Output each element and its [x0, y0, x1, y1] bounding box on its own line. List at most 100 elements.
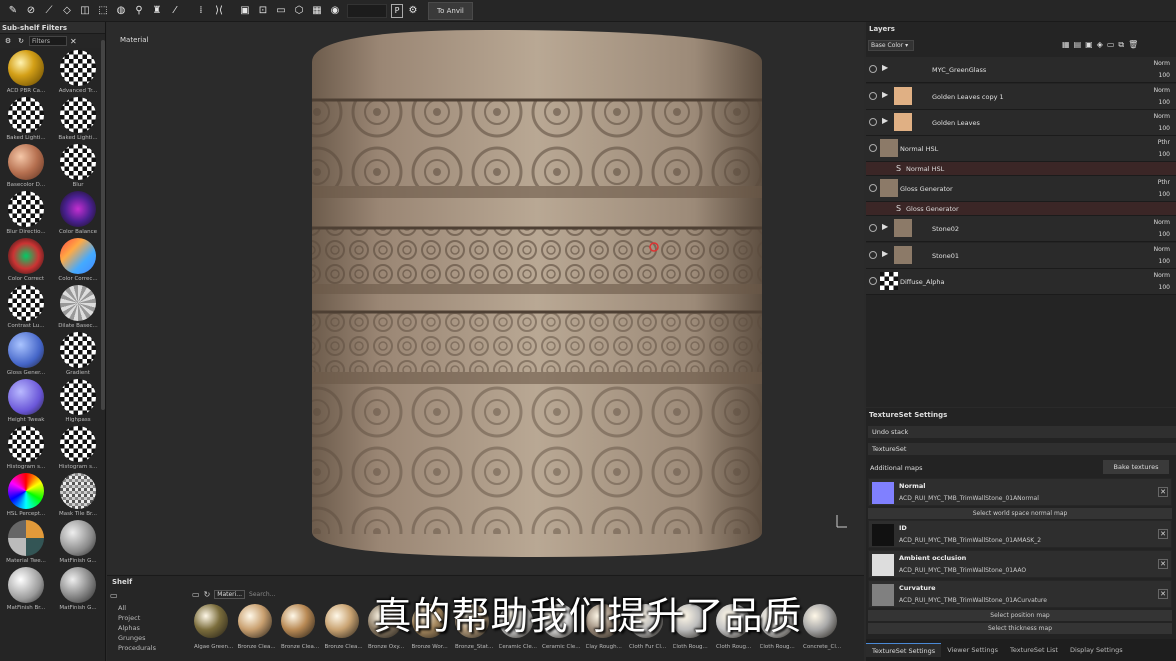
filter-item[interactable]: HSL Percept...: [0, 473, 52, 518]
layer-opacity[interactable]: 100: [1159, 99, 1170, 106]
monitor-icon[interactable]: ▭: [273, 3, 289, 19]
blend-mode[interactable]: Norm: [1154, 272, 1170, 279]
filter-item[interactable]: Gloss Gener...: [0, 332, 52, 377]
select-normal-map-button[interactable]: Select world space normal map: [868, 508, 1172, 519]
shelf-category[interactable]: Procedurals: [118, 643, 156, 653]
layer-row[interactable]: ▶ Stone02 Norm 100: [866, 216, 1176, 242]
symmetry-icon[interactable]: ⁞: [193, 3, 209, 19]
blend-mode[interactable]: Pthr: [1158, 179, 1170, 186]
layer-row[interactable]: Diffuse_Alpha Norm 100: [866, 269, 1176, 295]
add-mask-icon[interactable]: ▣: [1085, 40, 1093, 50]
folder-toggle-icon[interactable]: ▶: [882, 90, 888, 99]
visibility-icon[interactable]: [869, 251, 877, 259]
filter-item[interactable]: Histogram s...: [0, 426, 52, 471]
textureset-bar[interactable]: TextureSet: [868, 443, 1176, 455]
3d-viewport[interactable]: [107, 22, 864, 574]
filter-item[interactable]: Blur: [52, 144, 104, 189]
delete-layer-icon[interactable]: 🗑: [1128, 40, 1138, 50]
visibility-icon[interactable]: [869, 277, 877, 285]
remove-map-icon[interactable]: ✕: [1158, 559, 1168, 569]
layer-row[interactable]: ▶ Golden Leaves Norm 100: [866, 110, 1176, 136]
add-layer-icon[interactable]: ▤: [1074, 40, 1082, 50]
layer-row[interactable]: ▶ MYC_GreenGlass Norm 100: [866, 57, 1176, 83]
p-toggle-icon[interactable]: P: [391, 3, 403, 18]
polyfill-tool-icon[interactable]: ◍: [113, 3, 129, 19]
folder-toggle-icon[interactable]: ▶: [882, 222, 888, 231]
map-slot[interactable]: Normal ACD_RUI_MYC_TMB_TrimWallStone_01AN…: [868, 478, 1172, 506]
cube-icon[interactable]: ⬡: [291, 3, 307, 19]
filter-effect-row[interactable]: S Gloss Generator: [866, 202, 1176, 216]
clone-tool-icon[interactable]: ◫: [77, 3, 93, 19]
paint-tool-icon[interactable]: ✎: [5, 3, 21, 19]
settings-icon[interactable]: ⚙: [405, 3, 421, 19]
layer-row[interactable]: ▶ Golden Leaves copy 1 Norm 100: [866, 84, 1176, 110]
filter-item[interactable]: ACD PBR Ca...: [0, 50, 52, 95]
visibility-icon[interactable]: [869, 184, 877, 192]
blend-mode[interactable]: Norm: [1154, 113, 1170, 120]
map-slot[interactable]: ID ACD_RUI_MYC_TMB_TrimWallStone_01AMASK_…: [868, 520, 1172, 548]
add-fill-layer-icon[interactable]: ▦: [1062, 40, 1070, 50]
remove-map-icon[interactable]: ✕: [1158, 529, 1168, 539]
filter-item[interactable]: Height Tweak: [0, 379, 52, 424]
filter-item[interactable]: Baked Lighti...: [52, 97, 104, 142]
blend-mode[interactable]: Norm: [1154, 87, 1170, 94]
filter-item[interactable]: Color Correct: [0, 238, 52, 283]
remove-map-icon[interactable]: ✕: [1158, 487, 1168, 497]
visibility-icon[interactable]: [869, 118, 877, 126]
filter-item[interactable]: Basecolor D...: [0, 144, 52, 189]
blend-mode[interactable]: Pthr: [1158, 139, 1170, 146]
filter-item[interactable]: Blur Directio...: [0, 191, 52, 236]
tab-textureset-settings[interactable]: TextureSet Settings: [866, 643, 942, 657]
filter-item[interactable]: Gradient: [52, 332, 104, 377]
filter-item[interactable]: Advanced Tr...: [52, 50, 104, 95]
filter-item[interactable]: Dilate Basec...: [52, 285, 104, 330]
layer-opacity[interactable]: 100: [1159, 191, 1170, 198]
layer-opacity[interactable]: 100: [1159, 125, 1170, 132]
filter-item[interactable]: Baked Lighti...: [0, 97, 52, 142]
refresh-icon[interactable]: ↻: [17, 37, 25, 45]
filter-icon[interactable]: ⚙: [4, 37, 12, 45]
clear-filter-icon[interactable]: ✕: [70, 37, 77, 46]
visibility-icon[interactable]: [869, 144, 877, 152]
filter-item[interactable]: Mask Tile Br...: [52, 473, 104, 518]
layer-row[interactable]: ▶ Stone01 Norm 100: [866, 243, 1176, 269]
blend-mode[interactable]: Norm: [1154, 219, 1170, 226]
duplicate-layer-icon[interactable]: ⧉: [1118, 40, 1124, 50]
tab-textureset-list[interactable]: TextureSet List: [1004, 643, 1064, 657]
left-scrollbar[interactable]: [101, 40, 105, 410]
eyedropper-tool-icon[interactable]: ⁄: [167, 3, 183, 19]
to-anvil-button[interactable]: To Anvil: [428, 1, 473, 20]
tab-viewer-settings[interactable]: Viewer Settings: [941, 643, 1004, 657]
eraser-tool-icon[interactable]: ⊘: [23, 3, 39, 19]
filter-item[interactable]: Contrast Lu...: [0, 285, 52, 330]
picker-tool-icon[interactable]: ⚲: [131, 3, 147, 19]
layer-opacity[interactable]: 100: [1159, 231, 1170, 238]
visibility-icon[interactable]: [869, 224, 877, 232]
map-slot[interactable]: Ambient occlusion ACD_RUI_MYC_TMB_TrimWal…: [868, 550, 1172, 578]
filter-item[interactable]: Histogram s...: [52, 426, 104, 471]
layer-row[interactable]: Gloss Generator Pthr 100: [866, 176, 1176, 202]
smudge-tool-icon[interactable]: ◇: [59, 3, 75, 19]
stamp-tool-icon[interactable]: ♜: [149, 3, 165, 19]
filter-item[interactable]: MatFinish G...: [52, 520, 104, 565]
filter-item[interactable]: Material Twe...: [0, 520, 52, 565]
mirror-icon[interactable]: ⟩⟨: [211, 3, 227, 19]
camera-view-icon[interactable]: ▣: [237, 3, 253, 19]
filter-item[interactable]: Color Correc...: [52, 238, 104, 283]
layer-opacity[interactable]: 100: [1159, 284, 1170, 291]
filter-effect-row[interactable]: S Normal HSL: [866, 162, 1176, 176]
blend-mode[interactable]: Norm: [1154, 246, 1170, 253]
bake-textures-button[interactable]: Bake textures: [1103, 460, 1169, 474]
add-folder-icon[interactable]: ▭: [1107, 40, 1115, 50]
layer-opacity[interactable]: 100: [1159, 151, 1170, 158]
visibility-icon[interactable]: [869, 92, 877, 100]
folder-toggle-icon[interactable]: ▶: [882, 116, 888, 125]
tab-display-settings[interactable]: Display Settings: [1064, 643, 1129, 657]
folder-toggle-icon[interactable]: ▶: [882, 249, 888, 258]
selection-tool-icon[interactable]: ⬚: [95, 3, 111, 19]
add-effect-icon[interactable]: ◈: [1097, 40, 1103, 50]
layer-opacity[interactable]: 100: [1159, 72, 1170, 79]
screenshot-icon[interactable]: ◉: [327, 3, 343, 19]
brush-tool-icon[interactable]: ⟋: [41, 3, 57, 19]
filter-item[interactable]: Highpass: [52, 379, 104, 424]
